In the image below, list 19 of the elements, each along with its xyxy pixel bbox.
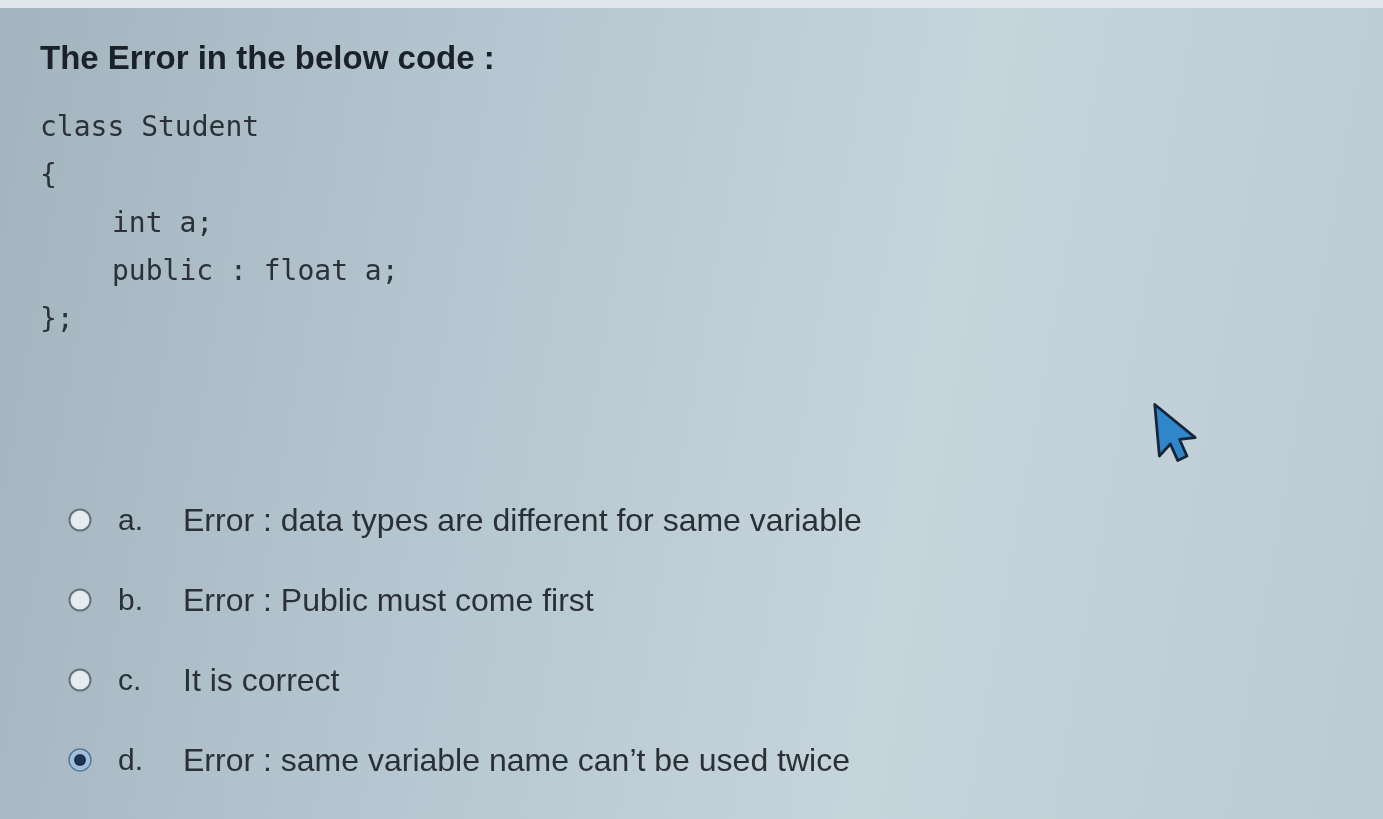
radio-button[interactable] bbox=[68, 748, 92, 772]
question-title: The Error in the below code : bbox=[40, 38, 495, 78]
option-text: Error : same variable name can’t be used twice bbox=[183, 741, 850, 779]
radio-button[interactable] bbox=[68, 668, 92, 692]
code-line: public : float a; bbox=[112, 255, 399, 287]
mouse-pointer-icon bbox=[1152, 402, 1198, 464]
radio-button[interactable] bbox=[68, 588, 92, 612]
code-line: int a; bbox=[112, 207, 214, 239]
option-letter: b. bbox=[118, 582, 145, 618]
option-text: Error : Public must come first bbox=[183, 581, 594, 619]
radio-button[interactable] bbox=[68, 508, 92, 532]
option-letter: d. bbox=[118, 742, 145, 778]
code-line: class Student bbox=[40, 111, 260, 143]
option-text: Error : data types are different for same variable bbox=[183, 501, 862, 539]
code-line: }; bbox=[40, 303, 74, 335]
option-letter: a. bbox=[118, 502, 145, 538]
option-letter: c. bbox=[118, 662, 143, 698]
code-line: { bbox=[40, 159, 57, 191]
option-text: It is correct bbox=[183, 661, 340, 699]
